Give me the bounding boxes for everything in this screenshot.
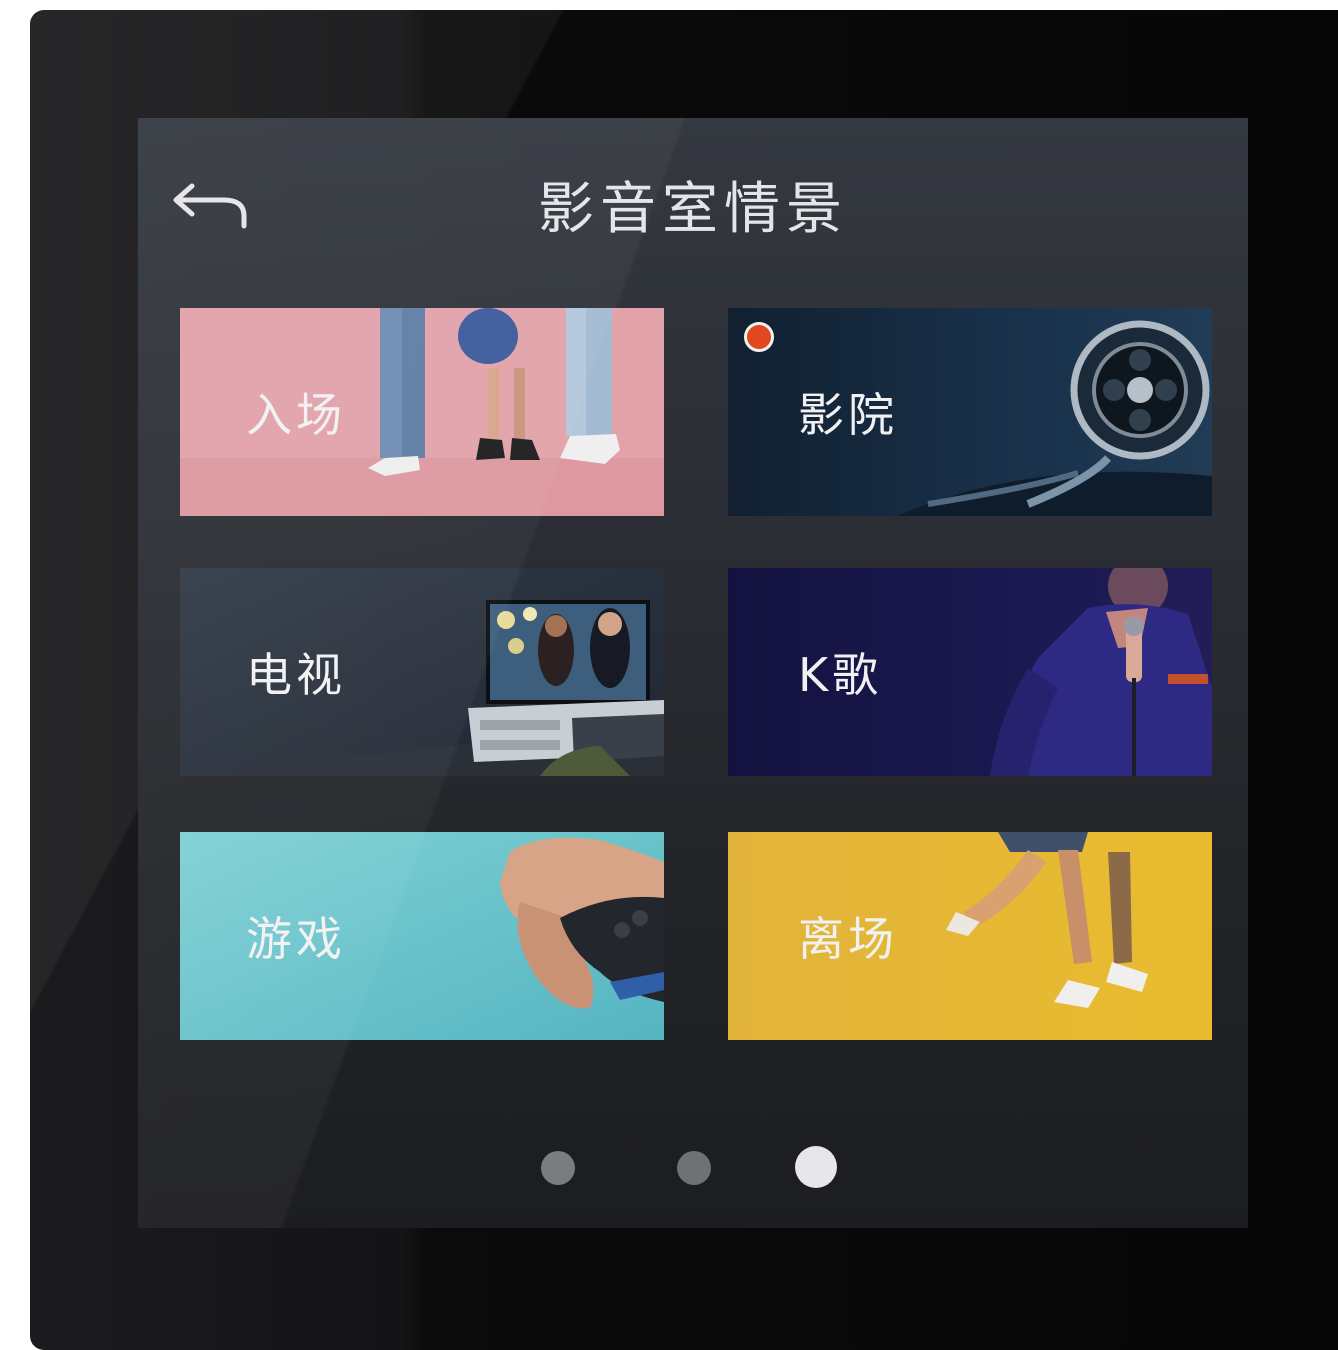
scene-tile-karaoke[interactable]: K歌 [728, 568, 1212, 776]
touch-screen: 影音室情景 入场 影院 电视 K歌 游戏 离场 [138, 118, 1248, 1228]
scene-label-game: 游戏 [246, 912, 346, 966]
scene-label-leave: 离场 [798, 912, 898, 966]
page-dot-3-active[interactable] [795, 1146, 837, 1188]
page-dot-1[interactable] [541, 1151, 575, 1185]
page-title: 影音室情景 [538, 177, 848, 242]
scene-label-cinema: 影院 [798, 388, 898, 442]
page-dot-2[interactable] [677, 1151, 711, 1185]
scene-tile-tv[interactable]: 电视 [180, 568, 664, 776]
page-indicator [138, 1141, 1248, 1188]
scene-label-karaoke: K歌 [798, 648, 883, 702]
control-panel-device: 影音室情景 入场 影院 电视 K歌 游戏 离场 [30, 10, 1338, 1350]
scene-tile-leave[interactable]: 离场 [728, 832, 1212, 1040]
scene-tile-game[interactable]: 游戏 [180, 832, 664, 1040]
scene-tile-cinema[interactable]: 影院 [728, 308, 1212, 516]
scene-label-tv: 电视 [246, 648, 346, 702]
active-indicator-dot [744, 322, 774, 352]
scene-tile-entry[interactable]: 入场 [180, 308, 664, 516]
scene-label-entry: 入场 [246, 388, 346, 442]
